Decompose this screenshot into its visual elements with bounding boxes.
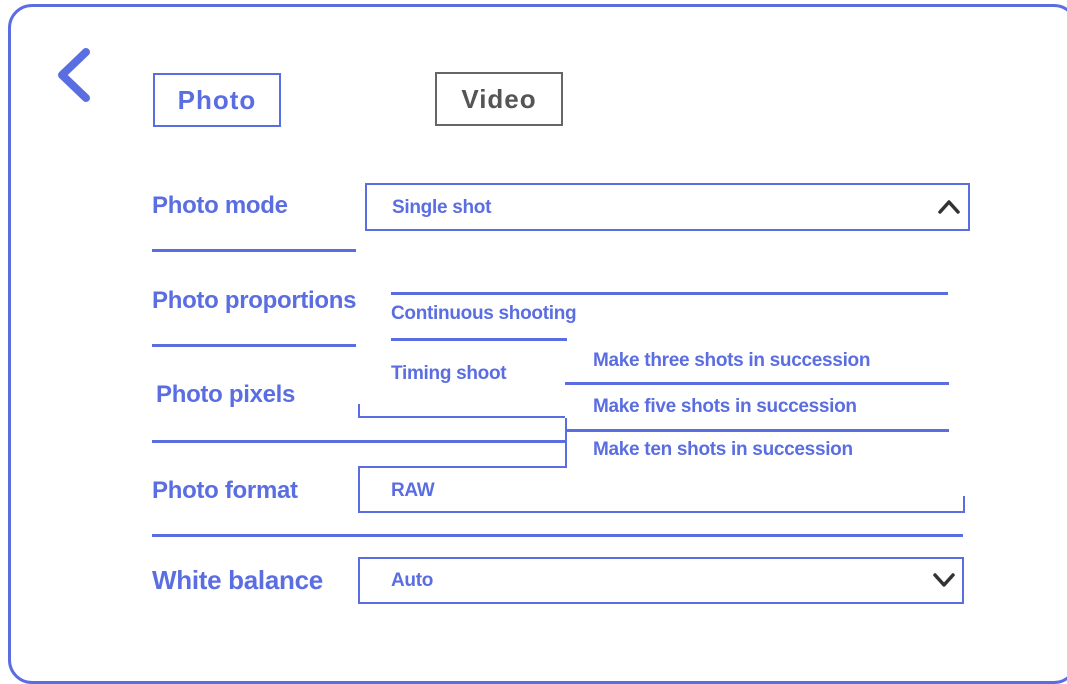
submenu-item-ten-shots[interactable]: Make ten shots in succession <box>593 439 853 461</box>
white-balance-label: White balance <box>152 565 323 595</box>
photo-format-value: RAW <box>391 480 435 501</box>
photo-format-label: Photo format <box>152 477 298 504</box>
tab-photo[interactable]: Photo <box>153 73 285 127</box>
menu-divider <box>391 338 567 341</box>
menu-item-continuous-shooting[interactable]: Continuous shooting <box>391 303 577 325</box>
chevron-up-icon <box>938 200 960 214</box>
chevron-left-icon[interactable] <box>52 46 92 104</box>
photo-mode-label: Photo mode <box>152 192 288 219</box>
menu-item-timing-shoot[interactable]: Timing shoot <box>391 363 507 385</box>
tab-video[interactable]: Video <box>435 72 567 126</box>
menu-bottom-border <box>358 416 565 418</box>
divider <box>152 440 565 443</box>
white-balance-value: Auto <box>391 570 434 591</box>
photo-pixels-label: Photo pixels <box>156 381 296 408</box>
submenu-left-border <box>565 418 567 468</box>
submenu-item-three-shots[interactable]: Make three shots in succession <box>593 350 870 372</box>
tab-photo-label: Photo <box>177 84 257 115</box>
submenu-divider <box>565 382 949 385</box>
submenu-item-five-shots[interactable]: Make five shots in succession <box>593 396 857 418</box>
divider <box>152 534 963 537</box>
divider <box>152 344 356 347</box>
menu-top-border <box>391 292 948 295</box>
photo-proportions-label: Photo proportions <box>152 287 357 314</box>
divider <box>152 249 356 252</box>
photo-format-border <box>565 511 964 513</box>
photo-format-border <box>963 496 965 513</box>
submenu-divider <box>565 429 949 432</box>
chevron-down-icon <box>933 573 955 587</box>
photo-mode-select[interactable]: Single shot <box>365 183 970 231</box>
photo-mode-value: Single shot <box>392 197 492 218</box>
photo-format-select[interactable]: RAW <box>358 466 565 513</box>
white-balance-select[interactable]: Auto <box>358 557 964 604</box>
tab-video-label: Video <box>461 83 537 114</box>
